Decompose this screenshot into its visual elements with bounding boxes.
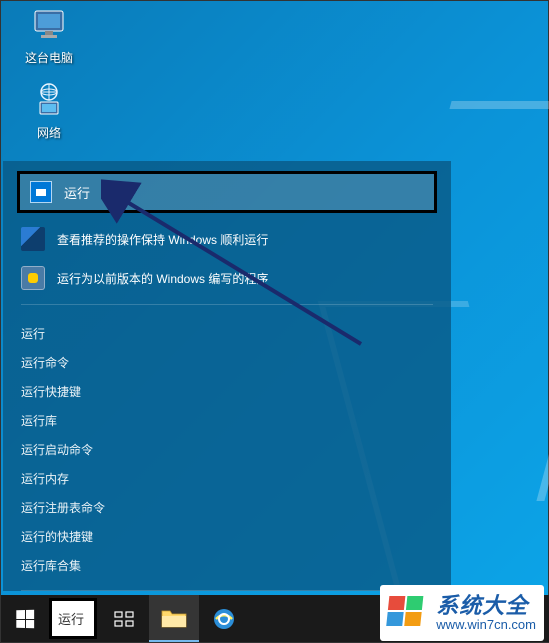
search-input[interactable]	[58, 611, 88, 626]
desktop-icons-area: 这台电脑 网络	[11, 5, 87, 155]
flag-icon	[21, 227, 45, 251]
suggestion-item[interactable]: 运行库	[21, 406, 433, 435]
settings-result-item[interactable]: 运行为以前版本的 Windows 编写的程序	[3, 260, 451, 296]
run-icon	[30, 181, 52, 203]
best-match-result[interactable]: 运行	[17, 171, 437, 213]
suggestion-item[interactable]: 运行快捷键	[21, 377, 433, 406]
divider	[21, 590, 433, 591]
watermark-logo: 系统大全 www.win7cn.com	[380, 585, 544, 641]
desktop-icon-this-pc[interactable]: 这台电脑	[11, 5, 87, 66]
desktop-icon-label: 网络	[37, 124, 61, 141]
search-suggestions-list: 运行 运行命令 运行快捷键 运行库 运行启动命令 运行内存 运行注册表命令 运行…	[3, 313, 451, 582]
result-text: 运行为以前版本的 Windows 编写的程序	[57, 270, 268, 287]
watermark-url: www.win7cn.com	[436, 618, 536, 632]
best-match-label: 运行	[64, 183, 90, 202]
taskbar-app-explorer[interactable]	[149, 595, 199, 642]
this-pc-icon	[29, 5, 69, 45]
network-icon	[29, 80, 69, 120]
suggestion-item[interactable]: 运行内存	[21, 464, 433, 493]
taskbar-search-box[interactable]	[49, 598, 97, 639]
suggestion-item[interactable]: 运行	[21, 319, 433, 348]
suggestion-item[interactable]: 运行命令	[21, 348, 433, 377]
windows-logo-icon	[16, 609, 34, 627]
compatibility-icon	[21, 266, 45, 290]
watermark-windows-icon	[384, 590, 430, 636]
file-explorer-icon	[161, 607, 187, 629]
task-view-icon	[114, 609, 134, 629]
divider	[21, 304, 433, 305]
result-text: 查看推荐的操作保持 Windows 顺利运行	[57, 231, 268, 248]
search-results-panel: 运行 查看推荐的操作保持 Windows 顺利运行 运行为以前版本的 Windo…	[3, 161, 451, 591]
taskbar-app-ie[interactable]	[199, 595, 249, 642]
settings-result-item[interactable]: 查看推荐的操作保持 Windows 顺利运行	[3, 221, 451, 257]
suggestion-item[interactable]: 运行启动命令	[21, 435, 433, 464]
suggestion-item[interactable]: 运行库合集	[21, 551, 433, 580]
task-view-button[interactable]	[99, 595, 149, 642]
internet-explorer-icon	[211, 606, 237, 632]
start-button[interactable]	[1, 595, 49, 642]
suggestion-item[interactable]: 运行注册表命令	[21, 493, 433, 522]
watermark-title: 系统大全	[436, 594, 536, 618]
desktop-icon-network[interactable]: 网络	[11, 80, 87, 141]
desktop-icon-label: 这台电脑	[25, 49, 73, 66]
suggestion-item[interactable]: 运行的快捷键	[21, 522, 433, 551]
